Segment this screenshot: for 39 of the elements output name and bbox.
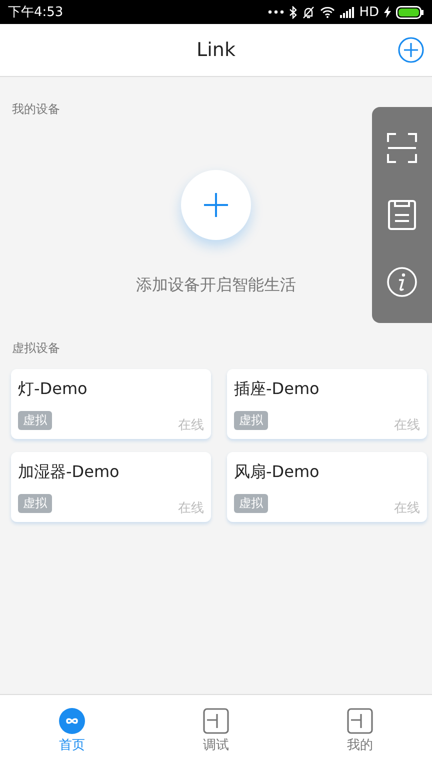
virtual-tag: 虚拟 [234, 494, 268, 512]
device-card[interactable]: 插座-Demo 虚拟 在线 [227, 369, 427, 439]
clipboard-icon[interactable] [388, 200, 416, 230]
device-card[interactable]: 灯-Demo 虚拟 在线 [11, 369, 211, 439]
device-status: 在线 [178, 500, 204, 517]
nav-tab[interactable]: 我的 [288, 695, 432, 768]
status-time: 下午4:53 [8, 4, 64, 21]
network-type: HD [359, 4, 379, 20]
panel-icon [347, 708, 373, 734]
info-icon[interactable] [387, 266, 417, 297]
device-name: 灯-Demo [18, 379, 88, 400]
virtual-tag: 虚拟 [234, 410, 268, 430]
device-status: 在线 [394, 500, 420, 517]
more-icon [268, 10, 284, 14]
section-heading: 我的设备 [11, 101, 61, 118]
device-status: 在线 [178, 417, 204, 434]
wifi-icon [320, 6, 336, 18]
virtual-tag: 虚拟 [18, 494, 52, 512]
signal-icon [340, 6, 354, 18]
app-title: Link [196, 39, 236, 61]
plus-icon [203, 192, 229, 218]
virtual-tag: 虚拟 [18, 410, 52, 430]
scan-icon[interactable] [387, 133, 417, 164]
battery-icon [396, 6, 424, 18]
add-device-hint: 添加设备开启智能生活 [136, 275, 296, 296]
device-card[interactable]: 加湿器-Demo 虚拟 在线 [11, 452, 211, 522]
link-icon [59, 708, 85, 734]
charging-icon [384, 6, 391, 18]
add-icon[interactable] [398, 37, 424, 63]
bluetooth-icon [289, 6, 298, 18]
bell-off-icon [302, 6, 316, 18]
section-heading: 虚拟设备 [11, 340, 61, 357]
device-card[interactable]: 风扇-Demo 虚拟 在线 [227, 452, 427, 522]
panel-icon [203, 708, 229, 734]
device-name: 加湿器-Demo [18, 462, 120, 483]
device-status: 在线 [394, 417, 420, 434]
device-name: 插座-Demo [234, 379, 320, 400]
nav-tab[interactable]: 调试 [144, 695, 288, 768]
device-name: 风扇-Demo [234, 462, 320, 483]
